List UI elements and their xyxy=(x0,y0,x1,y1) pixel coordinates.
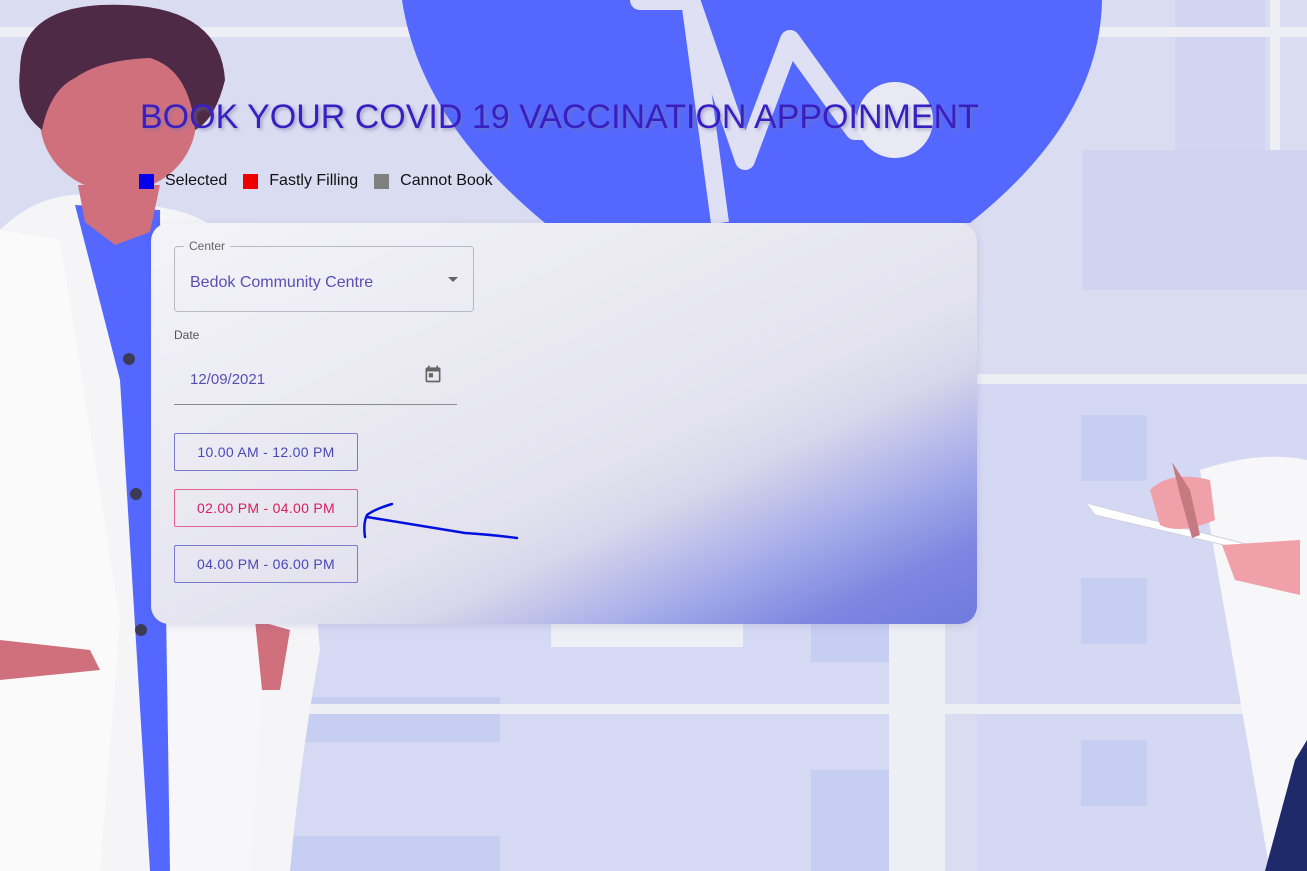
time-slot-button-fastly-filling[interactable]: 02.00 PM - 04.00 PM xyxy=(174,489,358,527)
legend-label-cannot-book: Cannot Book xyxy=(400,172,493,189)
chevron-down-icon[interactable] xyxy=(448,277,458,282)
legend-item-fastly-filling: Fastly Filling xyxy=(243,171,358,191)
booking-card: Center Bedok Community Centre Date 12/09… xyxy=(151,223,977,624)
center-select[interactable]: Center Bedok Community Centre xyxy=(174,239,474,312)
legend-swatch-selected xyxy=(139,173,154,189)
calendar-icon[interactable] xyxy=(423,364,443,384)
date-field[interactable]: 12/09/2021 xyxy=(174,354,457,405)
legend-item-cannot-book: Cannot Book xyxy=(374,171,493,191)
time-slot-button[interactable]: 04.00 PM - 06.00 PM xyxy=(174,545,358,583)
center-select-label: Center xyxy=(184,239,231,253)
legend-label-fastly-filling: Fastly Filling xyxy=(269,172,359,189)
legend-item-selected: Selected xyxy=(139,171,227,191)
availability-legend: Selected Fastly Filling Cannot Book xyxy=(139,171,509,191)
hand-drawn-arrow-icon xyxy=(363,502,519,540)
date-field-value: 12/09/2021 xyxy=(190,371,266,388)
page-root: BOOK YOUR COVID 19 VACCINATION APPOINMEN… xyxy=(0,0,1307,871)
date-field-label: Date xyxy=(174,328,200,342)
time-slot-button[interactable]: 10.00 AM - 12.00 PM xyxy=(174,433,358,471)
legend-label-selected: Selected xyxy=(165,172,228,189)
legend-swatch-cannot-book xyxy=(374,173,390,189)
page-title: BOOK YOUR COVID 19 VACCINATION APPOINMEN… xyxy=(140,98,979,136)
center-select-value: Bedok Community Centre xyxy=(190,274,374,291)
legend-swatch-fastly-filling xyxy=(243,173,259,189)
